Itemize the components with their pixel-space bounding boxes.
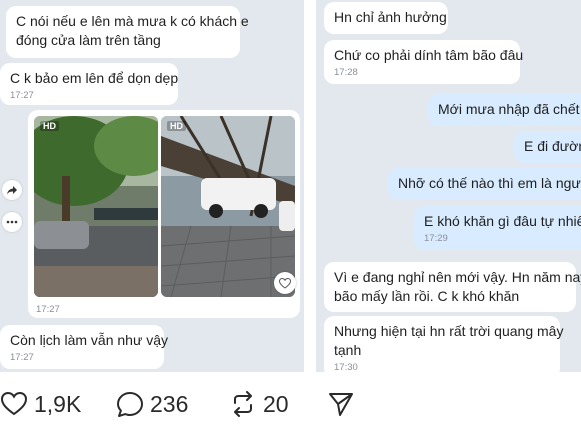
repost-icon xyxy=(234,391,252,417)
heart-icon xyxy=(0,391,28,416)
message-text: C nói nếu e lên mà mưa k có khách e xyxy=(16,13,249,29)
screenshot-divider xyxy=(304,0,316,372)
send-icon xyxy=(329,393,353,416)
like-button[interactable]: 1,9K xyxy=(0,384,81,424)
message-text: Còn lịch làm vẫn như vậy xyxy=(10,332,168,348)
message-time: 17:27 xyxy=(10,90,34,101)
message-text: Hn chỉ ảnh hưởng xyxy=(334,9,447,25)
hd-badge: HD xyxy=(40,121,59,131)
message-time: 17:27 xyxy=(36,304,60,315)
media-message[interactable]: HD HD 17:27 xyxy=(28,110,300,318)
message-time: 17:28 xyxy=(334,67,358,78)
message-text: Vì e đang nghỉ nên mới vậy. Hn năm nay xyxy=(334,269,581,285)
message-time: 17:27 xyxy=(10,352,34,363)
like-count: 1,9K xyxy=(34,390,82,417)
heart-icon[interactable] xyxy=(274,272,296,294)
chat-bubble-incoming: C k bảo em lên để dọn dẹp 17:27 xyxy=(0,63,178,105)
comment-count: 236 xyxy=(150,390,189,417)
chat-bubble-incoming: Nhưng hiện tại hn rất trời quang mây tạn… xyxy=(324,316,564,372)
send-button[interactable] xyxy=(327,384,361,424)
message-text: E khó khăn gì đâu tự nhiên xyxy=(424,213,581,229)
hd-badge: HD xyxy=(167,121,186,131)
chat-bubble-incoming: Vì e đang nghỉ nên mới vậy. Hn năm nay b… xyxy=(324,262,581,312)
chat-bubble-outgoing: E đi đườn xyxy=(514,131,581,163)
message-text: đóng cửa làm trên tầng xyxy=(16,32,161,48)
repost-count: 20 xyxy=(263,390,289,417)
storm-photo-street[interactable]: HD xyxy=(34,116,158,297)
left-chat-screenshot: C nói nếu e lên mà mưa k có khách e đóng… xyxy=(0,0,304,372)
message-text: bão mấy lần rồi. C k khó khăn xyxy=(334,288,520,304)
comment-button[interactable]: 236 xyxy=(116,384,188,424)
share-arrow-icon[interactable] xyxy=(2,180,22,200)
more-dots-icon[interactable] xyxy=(2,212,22,232)
message-text: E đi đườn xyxy=(524,138,581,154)
chat-bubble-incoming: Chứ co phải dính tâm bão đâu 17:28 xyxy=(324,40,524,84)
storm-photo-fallen-tree[interactable]: HD xyxy=(161,116,295,297)
chat-bubble-outgoing: E khó khăn gì đâu tự nhiên 17:29 xyxy=(414,206,581,250)
message-text: C k bảo em lên để dọn dẹp xyxy=(10,70,179,86)
right-chat-screenshot: Hn chỉ ảnh hưởng Chứ co phải dính tâm bã… xyxy=(316,0,581,372)
comment-icon xyxy=(117,391,143,417)
message-text: Nhưng hiện tại hn rất trời quang mây xyxy=(334,323,564,339)
message-text: tạnh xyxy=(334,342,362,358)
message-text: Nhỡ có thế nào thì em là người xyxy=(398,175,581,191)
repost-button[interactable]: 20 xyxy=(229,384,289,424)
chat-bubble-incoming: Hn chỉ ảnh hưởng xyxy=(324,2,448,34)
message-time: 17:30 xyxy=(334,362,358,372)
message-text: Chứ co phải dính tâm bão đâu xyxy=(334,47,524,63)
chat-bubble-incoming: Còn lịch làm vẫn như vậy 17:27 xyxy=(0,325,168,369)
chat-bubble-incoming: C nói nếu e lên mà mưa k có khách e đóng… xyxy=(6,6,249,58)
chat-bubble-outgoing: Nhỡ có thế nào thì em là người xyxy=(388,168,581,200)
chat-bubble-outgoing: Mới mưa nhập đã chết n xyxy=(428,94,581,126)
message-time: 17:29 xyxy=(424,233,448,244)
post-action-bar: 1,9K 236 20 xyxy=(0,384,581,424)
message-text: Mới mưa nhập đã chết n xyxy=(438,101,581,117)
